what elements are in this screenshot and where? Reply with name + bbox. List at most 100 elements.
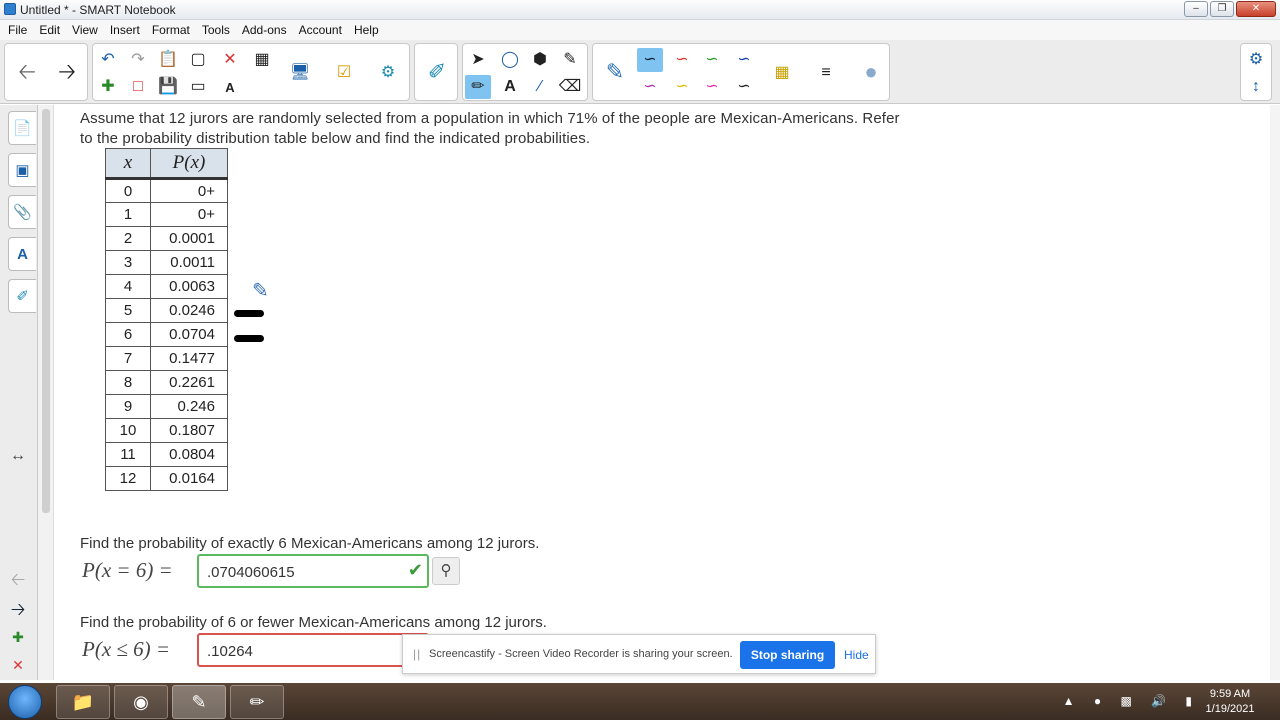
drag-handle[interactable]: ||: [413, 647, 421, 661]
pen-icon[interactable]: ✎: [597, 54, 633, 90]
select-icon[interactable]: ➤: [465, 48, 491, 72]
table-cell-px: 0.0804: [150, 442, 228, 467]
sharing-message: Screencastify - Screen Video Recorder is…: [429, 648, 733, 660]
page-scrollbar[interactable]: [38, 105, 54, 680]
table-row: 4 0.0063: [105, 274, 228, 299]
paste-icon[interactable]: 📋: [155, 48, 181, 72]
line-thickness-icon[interactable]: ≡: [813, 61, 839, 85]
restore-button[interactable]: ❐: [1210, 1, 1234, 17]
response-icon[interactable]: ☑: [331, 61, 357, 85]
puzzle-icon[interactable]: ✐: [419, 54, 455, 90]
key-icon[interactable]: ⚲: [432, 557, 460, 585]
pen-style-yellow[interactable]: ∽: [669, 75, 695, 99]
table-row: 8 0.2261: [105, 370, 228, 395]
smart-ink-icon[interactable]: ✏: [230, 685, 284, 719]
attachments-icon[interactable]: 📎: [8, 195, 36, 229]
clock[interactable]: 9:59 AM 1/19/2021: [1200, 687, 1260, 717]
smart-notebook-taskbar-icon[interactable]: ✎: [172, 685, 226, 719]
menu-tools[interactable]: Tools: [196, 20, 236, 40]
move-toolbar-icon[interactable]: ↕: [1243, 75, 1269, 99]
ink-mark: [234, 335, 264, 342]
undo-icon[interactable]: ↶: [95, 48, 121, 72]
pen-style-dashed-pink[interactable]: ∽: [699, 75, 725, 99]
save-icon[interactable]: 💾: [155, 75, 181, 99]
answer-2-field[interactable]: .10264: [197, 633, 429, 667]
close-button[interactable]: ✕: [1236, 1, 1276, 17]
menu-bar: File Edit View Insert Format Tools Add-o…: [0, 20, 1280, 40]
table-row: 0 0+: [105, 178, 228, 203]
properties-icon[interactable]: A: [8, 237, 36, 271]
stop-sharing-button[interactable]: Stop sharing: [740, 641, 835, 669]
table-row: 6 0.0704: [105, 322, 228, 347]
minimize-button[interactable]: –: [1184, 1, 1208, 17]
magic-pen-icon[interactable]: ✎: [557, 48, 583, 72]
hide-button[interactable]: Hide: [844, 648, 869, 662]
chrome-icon[interactable]: ◉: [114, 685, 168, 719]
system-tray[interactable]: ▲ ● ▩ 🔊 ▮: [1063, 694, 1200, 708]
table-cell-x: 10: [105, 418, 151, 443]
delete-page-icon[interactable]: □: [125, 75, 151, 99]
explorer-icon[interactable]: 📁: [56, 685, 110, 719]
addons-icon[interactable]: ⚙: [375, 61, 401, 85]
addon-group: ✐: [414, 43, 458, 101]
page-sorter-icon[interactable]: 📄: [8, 111, 36, 145]
document-camera-icon[interactable]: 🖥: [287, 61, 313, 85]
right-scrollbar[interactable]: [1270, 105, 1280, 680]
window-title: Untitled * - SMART Notebook: [20, 3, 176, 17]
table-cell-x: 1: [105, 202, 151, 227]
gear-icon[interactable]: ⚙: [1243, 48, 1269, 72]
line-icon[interactable]: ∕: [527, 75, 553, 99]
problem-prompt: Assume that 12 jurors are randomly selec…: [80, 110, 900, 147]
add-page-icon[interactable]: ✚: [95, 75, 121, 99]
menu-edit[interactable]: Edit: [33, 20, 66, 40]
addons-tab-icon[interactable]: ✐: [8, 279, 36, 313]
start-button[interactable]: [8, 685, 42, 719]
color-grid-icon[interactable]: ▦: [769, 61, 795, 85]
gallery-icon[interactable]: ▣: [8, 153, 36, 187]
table-icon[interactable]: ▦: [249, 48, 275, 72]
text-icon[interactable]: A: [497, 75, 523, 99]
menu-account[interactable]: Account: [293, 20, 348, 40]
delete-icon[interactable]: ✕: [217, 48, 243, 72]
sidebar-add-page-icon[interactable]: ✚: [8, 629, 28, 646]
screen-capture-icon[interactable]: ▢: [185, 48, 211, 72]
pens-icon[interactable]: ✏: [465, 75, 491, 99]
sidebar-previous-icon[interactable]: 🡠: [8, 567, 28, 597]
pen-style-dashed-black[interactable]: ∽: [731, 75, 757, 99]
sidebar-next-icon[interactable]: 🡢: [8, 597, 28, 627]
table-header-x: x: [105, 148, 151, 180]
transparency-icon[interactable]: ●: [853, 54, 889, 90]
menu-format[interactable]: Format: [146, 20, 196, 40]
previous-page-icon[interactable]: 🡠: [9, 54, 45, 90]
sidebar-delete-page-icon[interactable]: ✕: [8, 657, 28, 674]
fill-icon[interactable]: ⬢: [527, 48, 553, 72]
table-row: 7 0.1477: [105, 346, 228, 371]
scrollbar-thumb[interactable]: [42, 109, 50, 513]
menu-insert[interactable]: Insert: [104, 20, 146, 40]
font-icon[interactable]: A: [217, 75, 243, 99]
table-row: 5 0.0246: [105, 298, 228, 323]
shapes-icon[interactable]: ◯: [497, 48, 523, 72]
table-row: 9 0.246: [105, 394, 228, 419]
pen-style-green[interactable]: ∽: [699, 48, 725, 72]
answer-1-field[interactable]: .0704060615 ✔: [197, 554, 429, 588]
next-page-icon[interactable]: 🡢: [49, 54, 85, 90]
table-cell-x: 3: [105, 250, 151, 275]
table-cell-px: 0.0246: [150, 298, 228, 323]
pen-style-blue[interactable]: ∽: [731, 48, 757, 72]
pen-style-red[interactable]: ∽: [669, 48, 695, 72]
table-cell-px: 0.246: [150, 394, 228, 419]
pen-style-purple[interactable]: ∽: [637, 75, 663, 99]
menu-addons[interactable]: Add-ons: [236, 20, 293, 40]
resize-panel-icon[interactable]: ↔: [8, 447, 28, 465]
menu-help[interactable]: Help: [348, 20, 385, 40]
pen-style-group: ✎ ∽ ∽ ∽ ∽ ∽ ∽ ∽ ∽ ▦ ≡ ●: [592, 43, 890, 101]
full-screen-icon[interactable]: ▭: [185, 75, 211, 99]
redo-icon[interactable]: ↷: [125, 48, 151, 72]
menu-view[interactable]: View: [66, 20, 104, 40]
pen-style-black[interactable]: ∽: [637, 48, 663, 72]
menu-file[interactable]: File: [2, 20, 33, 40]
eraser-icon[interactable]: ⌫: [557, 75, 583, 99]
table-cell-px: 0.0001: [150, 226, 228, 251]
nav-group: 🡠 🡢: [4, 43, 88, 101]
